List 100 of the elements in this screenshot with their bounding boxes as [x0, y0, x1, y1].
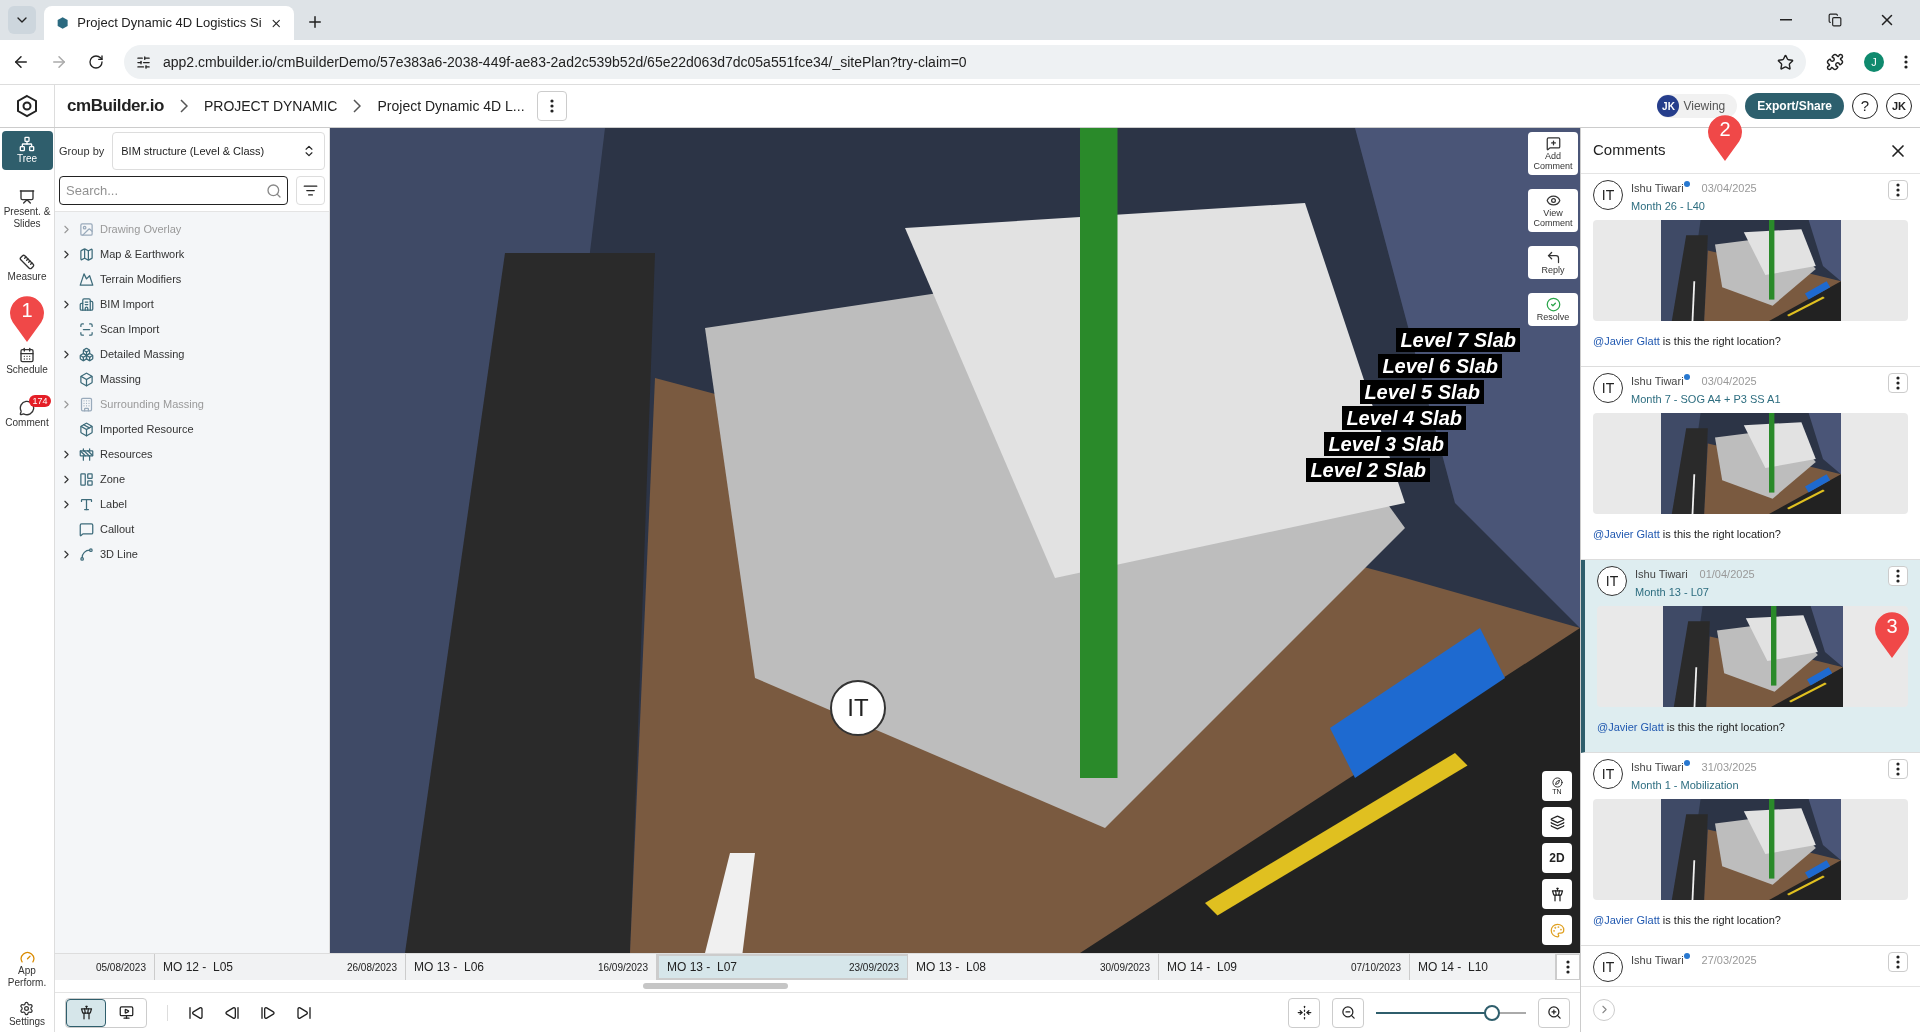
phase-link[interactable]: Month 26 - L40 — [1631, 197, 1880, 214]
viewport-tool-button[interactable]: Add Comment — [1528, 132, 1578, 175]
rail-button[interactable]: Schedule — [1, 342, 53, 381]
fit-button[interactable] — [1288, 997, 1320, 1028]
author-name: Ishu Tiwari — [1631, 760, 1684, 775]
comment-card[interactable]: IT Ishu Tiwari 31/03/2025 Month 1 - Mobilization @Javier Glatt is this the right location? — [1581, 753, 1920, 946]
viewport-tool-button[interactable]: Reply — [1528, 246, 1578, 279]
comment-menu-button[interactable] — [1888, 566, 1908, 586]
comment-card[interactable]: IT Ishu Tiwari 03/04/2025 Month 26 - L40 @Javier Glatt is this the right location? — [1581, 174, 1920, 367]
phase-link[interactable]: Month 7 - SOG A4 + P3 SS A1 — [1631, 390, 1880, 407]
breadcrumb-link[interactable]: Project Dynamic 4D L... — [377, 95, 525, 117]
layers-button[interactable] — [1542, 807, 1572, 837]
mention-link[interactable]: @Javier Glatt — [1593, 335, 1660, 347]
address-bar[interactable]: app2.cmbuilder.io/cmBuilderDemo/57e383a6-2038-449f-ae83-2ad2c539b52d/65e22d063d7dc05a551fce34/_sitePlan?try-claim=0 — [124, 45, 1806, 79]
zoom-out-icon — [1340, 1005, 1356, 1020]
tree-item[interactable]: Terrain Modifiers — [55, 267, 329, 292]
tree-icon — [19, 136, 35, 152]
zoom-slider[interactable] — [1376, 1004, 1526, 1021]
puzzle-icon — [1826, 53, 1844, 71]
author-avatar: IT — [1593, 373, 1623, 403]
author-name: Ishu Tiwari — [1631, 181, 1684, 196]
search-field[interactable]: Search... — [59, 176, 288, 205]
tree-item[interactable]: BIM Import — [55, 292, 329, 317]
settings-icon — [19, 1001, 35, 1016]
monitor-play-icon — [118, 1005, 134, 1020]
eye-icon — [1545, 193, 1561, 208]
view-mode-button[interactable]: 2D — [1542, 843, 1572, 873]
mention-link[interactable]: @Javier Glatt — [1597, 721, 1664, 733]
comment-menu-button[interactable] — [1888, 180, 1908, 200]
tab-list-button[interactable] — [8, 6, 36, 34]
comment-date: 27/03/2025 — [1701, 953, 1757, 968]
rail-button[interactable]: App Perform. — [0, 950, 54, 989]
comment-menu-button[interactable] — [1888, 759, 1908, 779]
vertical-dots-icon — [1566, 960, 1570, 974]
rail-button[interactable]: Tree — [1, 131, 53, 170]
tree-item[interactable]: Map & Earthwork — [55, 242, 329, 267]
tree-item[interactable]: Detailed Massing — [55, 342, 329, 367]
crane-button[interactable] — [1542, 879, 1572, 909]
count-badge: 174 — [29, 395, 51, 407]
comment-card[interactable]: IT Ishu Tiwari 03/04/2025 Month 7 - SOG A4 + P3 SS A1 @Javier Glatt is this the right location? — [1581, 367, 1920, 560]
timeline-more-button[interactable] — [1556, 954, 1580, 980]
group-by-select[interactable]: BIM structure (Level & Class) — [112, 132, 325, 170]
zoom-in-button[interactable] — [1538, 997, 1570, 1028]
viewport-tool-button[interactable]: Resolve — [1528, 293, 1578, 326]
phase-link[interactable]: Month 13 - L07 — [1635, 583, 1880, 600]
url-text: app2.cmbuilder.io/cmBuilderDemo/57e383a6-2038-449f-ae83-2ad2c539b52d/65e22d063d7dc05a551fce34/_sitePlan?try-claim=0 — [163, 52, 967, 72]
palette-icon — [1549, 922, 1565, 938]
timeline-segment[interactable]: MO 12 - L05 26/08/2023 — [155, 954, 406, 980]
new-tab-icon — [306, 13, 324, 31]
tree-item[interactable]: Label — [55, 492, 329, 517]
jump-start-icon — [188, 1004, 204, 1021]
timeline-segment[interactable]: MO 13 - L07 23/09/2023 — [657, 954, 908, 980]
slider-thumb[interactable] — [1483, 1004, 1500, 1021]
viewport-tool-button[interactable]: View Comment — [1528, 189, 1578, 232]
viewer-label: Viewing — [1683, 98, 1726, 115]
tree-item[interactable]: Scan Import — [55, 317, 329, 342]
cube-icon — [79, 372, 94, 387]
vertical-dots-icon — [1896, 376, 1900, 390]
tree-item[interactable]: Imported Resource — [55, 417, 329, 442]
timeline-segment[interactable]: MO 13 - L08 30/09/2023 — [908, 954, 1159, 980]
panel-title: Comments — [1593, 140, 1666, 161]
mode-toggle-button[interactable] — [66, 998, 106, 1027]
minimize-icon[interactable] — [1780, 19, 1792, 21]
export-share-button[interactable]: Export/Share — [1745, 93, 1844, 119]
tree-item[interactable]: Resources — [55, 442, 329, 467]
fold-icon — [1296, 1005, 1312, 1020]
rail-button[interactable]: Settings — [8, 1001, 46, 1028]
phase-link[interactable]: Month 1 - Mobilization — [1631, 776, 1880, 793]
ruler-icon — [19, 254, 35, 270]
browser-tab[interactable]: Project Dynamic 4D Logistics Si — [44, 6, 294, 40]
slab-label: Level 2 Slab — [1306, 458, 1430, 482]
timeline-segment[interactable]: 05/08/2023 — [55, 954, 155, 980]
zoom-out-button[interactable] — [1332, 997, 1364, 1028]
rail-button[interactable]: Present. & Slides — [1, 184, 53, 235]
mention-link[interactable]: @Javier Glatt — [1593, 528, 1660, 540]
calendar-icon — [19, 347, 35, 363]
timeline-segment[interactable]: MO 14 - L09 07/10/2023 — [1159, 954, 1410, 980]
breadcrumb-link[interactable]: PROJECT DYNAMIC — [203, 95, 338, 117]
tree-item[interactable]: Massing — [55, 367, 329, 392]
comment-menu-button[interactable] — [1888, 373, 1908, 393]
rail-button[interactable]: Comment 174 — [1, 395, 53, 434]
tree-item[interactable]: 3D Line — [55, 542, 329, 567]
tree-item[interactable]: Callout — [55, 517, 329, 542]
mention-link[interactable]: @Javier Glatt — [1593, 914, 1660, 926]
add-comment-icon — [1545, 136, 1561, 151]
panel-layout-icon — [79, 472, 94, 487]
profile-avatar[interactable]: J — [1864, 52, 1884, 72]
viewer-avatar: JK — [1657, 95, 1680, 117]
author-name: Ishu Tiwari — [1635, 567, 1688, 582]
building-icon — [79, 297, 94, 312]
comment-menu-button[interactable] — [1888, 952, 1908, 972]
rail-button[interactable]: Measure — [1, 249, 53, 288]
curve-icon — [79, 547, 94, 562]
layers-icon — [1549, 814, 1565, 830]
scrollbar-thumb[interactable] — [643, 983, 788, 989]
tree-item[interactable]: Zone — [55, 467, 329, 492]
image-icon — [79, 222, 94, 237]
filter-button[interactable] — [296, 176, 325, 205]
speech-bubble-icon — [79, 522, 94, 537]
mountain-icon — [79, 272, 94, 287]
